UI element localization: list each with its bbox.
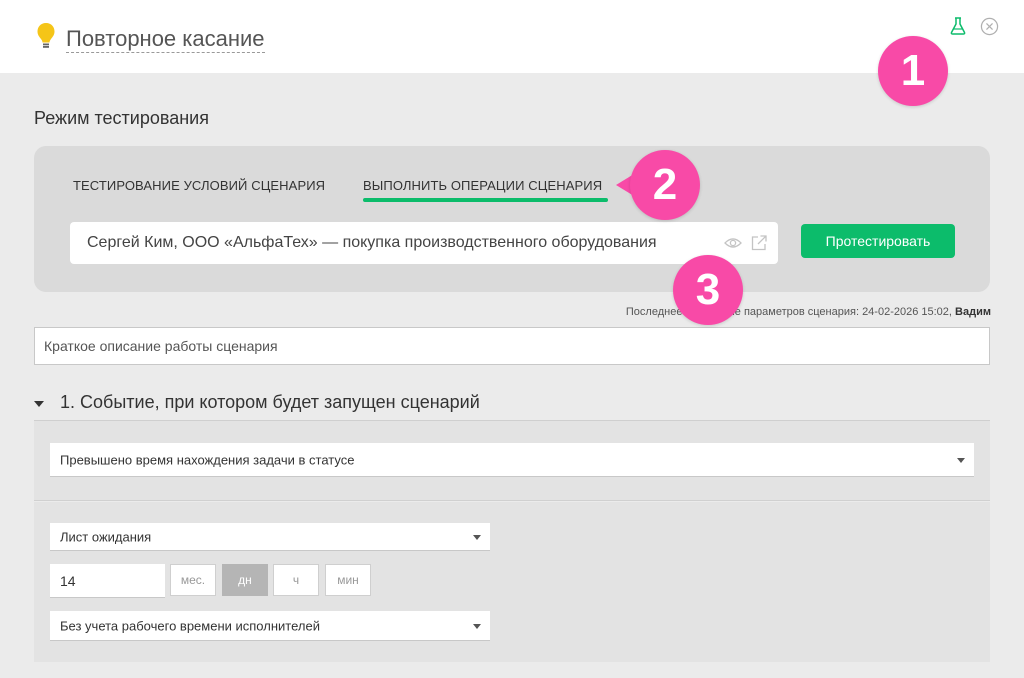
testing-panel — [34, 146, 990, 292]
worktime-value: Без учета рабочего времени исполнителей — [60, 618, 320, 633]
unit-minutes-button[interactable]: мин — [325, 564, 371, 596]
status-value: Лист ожидания — [60, 529, 152, 544]
unit-months-button[interactable]: мес. — [170, 564, 216, 596]
eye-icon[interactable] — [724, 236, 742, 250]
duration-input[interactable] — [50, 564, 165, 598]
callout-badge-2: 2 — [630, 150, 700, 220]
deal-select-field[interactable]: Сергей Ким, ООО «АльфаТех» — покупка про… — [70, 222, 778, 264]
page-title[interactable]: Повторное касание — [66, 26, 265, 53]
unit-days-button[interactable]: дн — [222, 564, 268, 596]
last-modified-info: Последнее изменение параметров сценария:… — [600, 306, 991, 318]
dropdown-caret-icon — [957, 457, 965, 463]
close-circle-icon[interactable] — [980, 17, 999, 36]
event-type-value: Превышено время нахождения задачи в стат… — [60, 452, 355, 467]
lightbulb-icon — [37, 23, 55, 48]
panel-divider — [34, 500, 990, 501]
deal-field-value: Сергей Ким, ООО «АльфаТех» — покупка про… — [87, 234, 657, 251]
step-1-title[interactable]: 1. Событие, при котором будет запущен сц… — [60, 392, 480, 413]
flask-icon[interactable] — [948, 16, 968, 36]
unit-hours-button[interactable]: ч — [273, 564, 319, 596]
testing-section-title: Режим тестирования — [34, 108, 209, 128]
test-button[interactable]: Протестировать — [801, 224, 955, 258]
active-tab-indicator — [363, 198, 608, 202]
status-select[interactable]: Лист ожидания — [50, 523, 490, 551]
dropdown-caret-icon — [473, 623, 481, 629]
last-modified-text: Последнее изменение параметров сценария:… — [625, 306, 952, 318]
scenario-description-input[interactable] — [34, 327, 990, 365]
tab-run-operations[interactable]: ВЫПОЛНИТЬ ОПЕРАЦИИ СЦЕНАРИЯ — [363, 178, 602, 193]
callout-badge-1: 1 — [878, 36, 948, 106]
external-link-icon[interactable] — [750, 234, 768, 252]
callout-badge-3: 3 — [673, 255, 743, 325]
event-type-select[interactable]: Превышено время нахождения задачи в стат… — [50, 443, 974, 477]
last-modified-user: Вадим — [955, 306, 991, 318]
header: Повторное касание — [0, 0, 1024, 73]
collapse-caret-icon[interactable] — [34, 401, 44, 407]
dropdown-caret-icon — [473, 534, 481, 540]
worktime-select[interactable]: Без учета рабочего времени исполнителей — [50, 611, 490, 641]
tab-test-conditions[interactable]: ТЕСТИРОВАНИЕ УСЛОВИЙ СЦЕНАРИЯ — [73, 178, 325, 193]
